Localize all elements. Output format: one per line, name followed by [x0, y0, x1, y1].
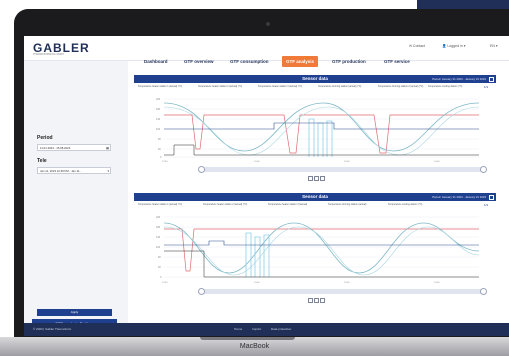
period-value: 11.01.2023 - 15.08.2023 — [40, 146, 71, 150]
chart-pager — [308, 176, 328, 181]
legend-item[interactable]: Temperature cooling station (°C) — [428, 85, 462, 88]
tele-select[interactable]: Jan 11, 2023 12:39 PM - Jan 11... ▾ — [37, 167, 111, 174]
footer-link-imprint[interactable]: Imprint — [252, 327, 261, 331]
tab-gtf-production[interactable]: GTF production — [328, 56, 370, 67]
pager-dot[interactable] — [308, 298, 313, 303]
period-input[interactable]: 11.01.2023 - 15.08.2023 ▦ — [37, 144, 111, 151]
tele-label: Tele — [37, 158, 47, 164]
svg-text:14:00: 14:00 — [434, 161, 440, 163]
legend-item[interactable]: Temperature heater station 2 (actual) (°… — [198, 85, 242, 88]
svg-text:140: 140 — [156, 236, 161, 239]
footer: © 2023 | Gabler Thermoform Terms Imprint… — [24, 323, 509, 336]
svg-text:0: 0 — [160, 156, 162, 159]
svg-text:140: 140 — [156, 118, 161, 121]
svg-text:20: 20 — [158, 148, 161, 151]
device-label: MacBook — [239, 343, 270, 350]
legend-item[interactable]: Temperature cooling station (°C) — [388, 203, 422, 206]
svg-text:14:00: 14:00 — [434, 282, 440, 284]
svg-text:13:30: 13:30 — [344, 161, 350, 163]
footer-link-terms[interactable]: Terms — [234, 327, 242, 331]
line-chart: 220 180 140 100 60 20 0 12:30 13:00 13:30 14:00 — [156, 216, 480, 284]
expand-icon[interactable] — [489, 76, 494, 82]
slider-handle-end[interactable] — [480, 166, 487, 173]
language-switch[interactable]: EN ▾ — [490, 44, 498, 48]
legend-item[interactable]: Temperature heater station 1 (actual) (°… — [138, 203, 182, 206]
svg-text:12:30: 12:30 — [162, 161, 168, 163]
tab-dashboard[interactable]: Dashboard — [140, 56, 172, 67]
svg-text:180: 180 — [156, 108, 161, 111]
sidebar: Period 11.01.2023 - 15.08.2023 ▦ Tele Ja… — [24, 61, 128, 329]
slider-handle-start[interactable] — [198, 288, 205, 295]
footer-copyright: © 2023 | Gabler Thermoform — [33, 327, 72, 331]
legend-item[interactable]: Temperature heater station 3 (actual) (°… — [258, 85, 302, 88]
slider-handle-start[interactable] — [198, 166, 205, 173]
chart-legend: Temperature heater station 1 (actual) (°… — [138, 203, 488, 209]
brand-subtitle: THERMOFORMING GMBH — [33, 53, 64, 56]
legend-item[interactable]: Temperature forming station (actual) (°C… — [318, 85, 361, 88]
pager-dot[interactable] — [308, 176, 313, 181]
calendar-icon: ▦ — [106, 146, 109, 150]
tab-gtf-service[interactable]: GTF service — [380, 56, 414, 67]
time-range-slider[interactable] — [198, 166, 487, 173]
svg-text:20: 20 — [158, 266, 161, 269]
legend-item[interactable]: Temperature heater station 2 (actual) (°… — [203, 203, 247, 206]
panel-header: Sensor data Period: January 31 2023 - Ja… — [134, 193, 496, 201]
tab-gtf-analysis[interactable]: GTF analysis — [282, 56, 319, 67]
sensor-chart-panel-2: Sensor data Period: January 31 2023 - Ja… — [134, 193, 496, 305]
user-icon: 👤 — [442, 44, 447, 48]
svg-text:13:30: 13:30 — [344, 282, 350, 284]
panel-period: Period: January 31 2023 - January 31 202… — [432, 77, 486, 81]
user-menu[interactable]: 👤 Logged in ▾ — [442, 44, 465, 48]
expand-icon[interactable] — [489, 194, 494, 200]
svg-text:180: 180 — [156, 226, 161, 229]
sensor-chart-panel-1: Sensor data Period: January 31 2023 - Ja… — [134, 75, 496, 183]
pager-dot[interactable] — [320, 176, 325, 181]
laptop-notch — [200, 337, 295, 340]
svg-text:220: 220 — [156, 98, 161, 101]
app-screen: GABLER THERMOFORMING GMBH ✉ Contact 👤 Lo… — [24, 36, 509, 336]
slider-handle-end[interactable] — [480, 288, 487, 295]
svg-text:0: 0 — [160, 276, 162, 279]
panel-header: Sensor data Period: January 31 2023 - Ja… — [134, 75, 496, 83]
legend-item[interactable]: Temperature heater station 3 (actual) — [268, 203, 307, 206]
period-label: Period — [37, 135, 53, 141]
pager-dot[interactable] — [314, 176, 319, 181]
chart-pager — [308, 298, 328, 303]
time-range-slider[interactable] — [198, 288, 487, 295]
svg-text:220: 220 — [156, 216, 161, 219]
svg-text:60: 60 — [158, 256, 161, 259]
svg-text:100: 100 — [156, 128, 161, 131]
chevron-down-icon: ▾ — [107, 169, 109, 173]
svg-text:13:00: 13:00 — [254, 161, 260, 163]
svg-text:60: 60 — [158, 138, 161, 141]
footer-link-privacy[interactable]: Data protection — [271, 327, 291, 331]
legend-item[interactable]: Temperature heater station 1 (actual) (°… — [138, 85, 182, 88]
pager-dot[interactable] — [320, 298, 325, 303]
svg-text:100: 100 — [156, 246, 161, 249]
legend-item[interactable]: Temperature forming station (actual) — [328, 203, 366, 206]
pager-dot[interactable] — [314, 298, 319, 303]
legend-item[interactable]: Temperature forming station 2 (actual) (… — [378, 85, 423, 88]
chart-legend: Temperature heater station 1 (actual) (°… — [138, 85, 488, 91]
apply-button[interactable]: Apply — [37, 309, 112, 316]
svg-text:13:00: 13:00 — [254, 282, 260, 284]
line-chart: 220 180 140 100 60 20 0 12:30 13:00 13:30 14:00 — [156, 98, 480, 163]
svg-text:12:30: 12:30 — [162, 282, 168, 284]
tab-gtf-consumption[interactable]: GTF consumption — [226, 56, 273, 67]
camera-icon — [266, 22, 270, 26]
tab-gtf-overview[interactable]: GTF overview — [180, 56, 218, 67]
mail-icon: ✉ — [409, 44, 412, 48]
contact-link[interactable]: ✉ Contact — [409, 44, 425, 48]
panel-period: Period: January 31 2023 - January 31 202… — [432, 195, 486, 199]
legend-pager[interactable]: 1/3 — [484, 85, 488, 89]
main-nav: Dashboard GTF overview GTF consumption G… — [132, 53, 484, 69]
legend-pager[interactable]: 1/3 — [484, 203, 488, 207]
tele-value: Jan 11, 2023 12:39 PM - Jan 11... — [40, 169, 82, 173]
